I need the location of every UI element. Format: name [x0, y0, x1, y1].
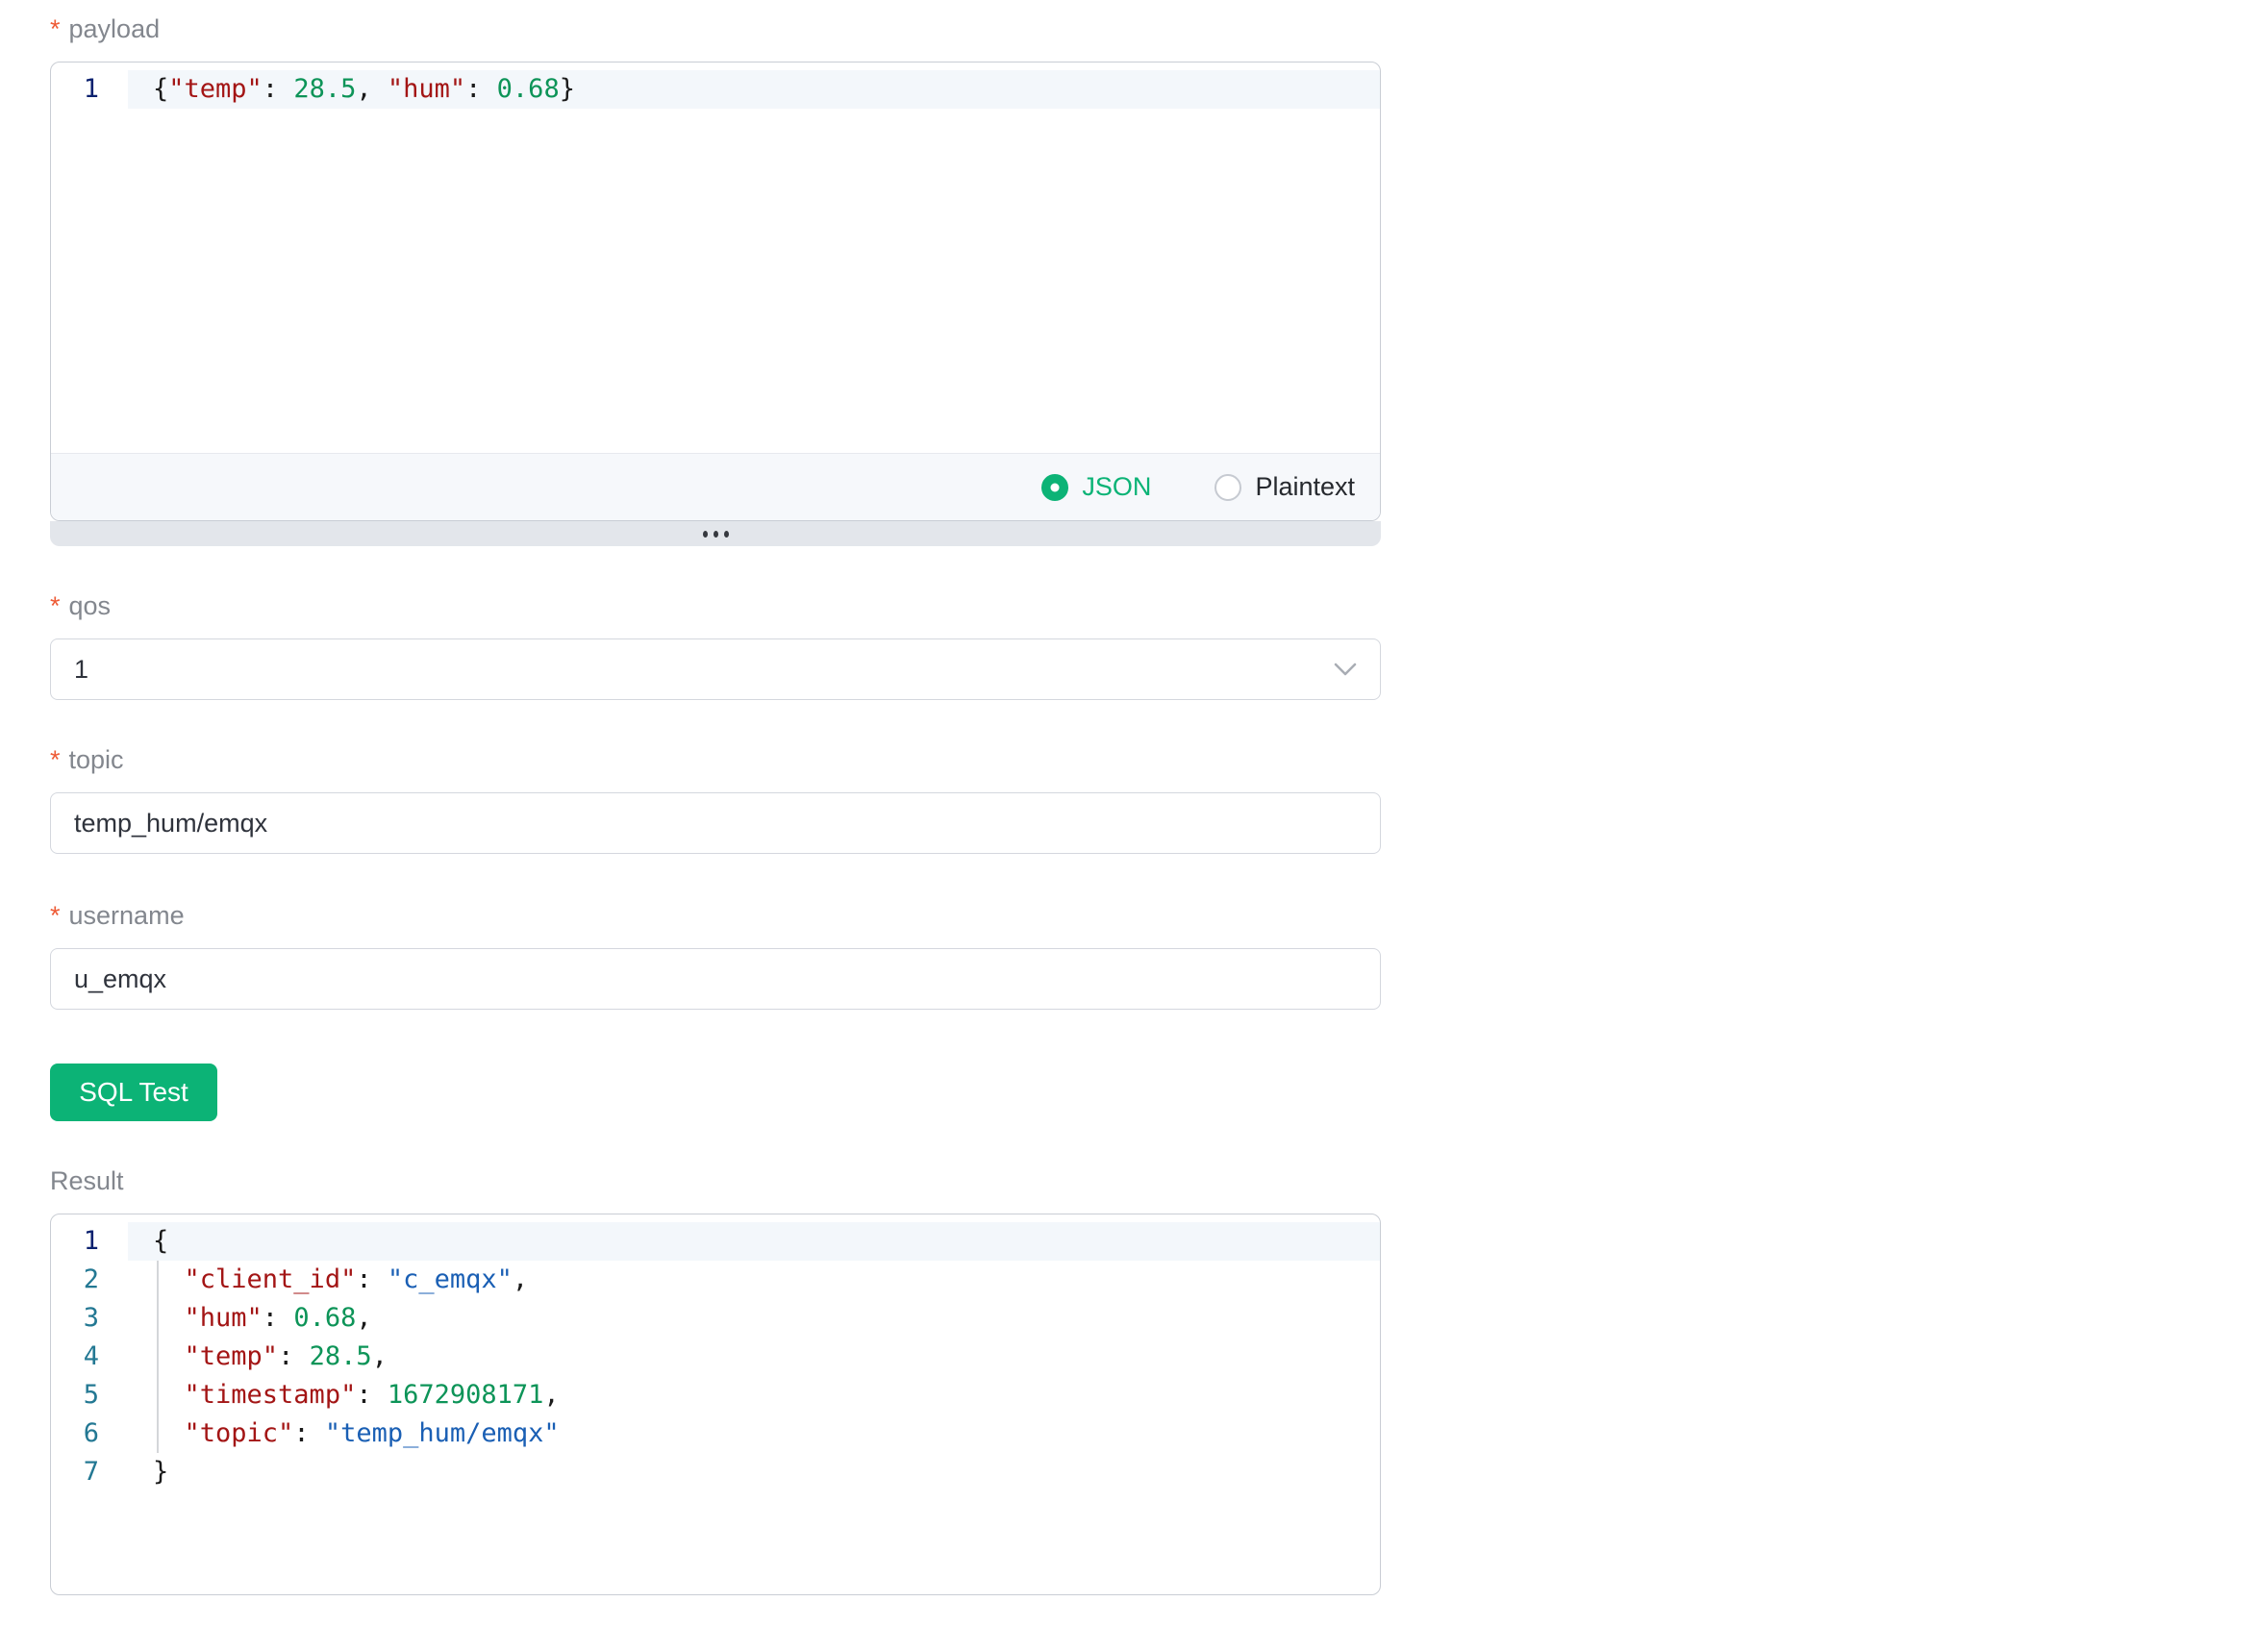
username-label-text: username: [69, 901, 185, 931]
line-number: 2: [51, 1261, 128, 1299]
topic-input[interactable]: [50, 792, 1381, 854]
code-line: 7}: [51, 1453, 1380, 1491]
line-number: 7: [51, 1453, 128, 1491]
required-asterisk: *: [50, 900, 61, 931]
topic-label-text: topic: [69, 745, 124, 775]
line-number: 4: [51, 1338, 128, 1376]
result-label-text: Result: [50, 1166, 124, 1196]
line-number: 5: [51, 1376, 128, 1414]
username-label: * username: [50, 900, 1381, 931]
line-number: 1: [51, 1222, 128, 1261]
format-radio-plaintext[interactable]: Plaintext: [1215, 472, 1355, 502]
line-number: 6: [51, 1414, 128, 1453]
editor-resize-handle[interactable]: [50, 521, 1381, 546]
payload-format-bar: JSON Plaintext: [51, 453, 1380, 520]
result-code-area: 1{2 "client_id": "c_emqx",3 "hum": 0.68,…: [51, 1214, 1380, 1594]
code-line: 1{: [51, 1222, 1380, 1261]
payload-editor: 1{"temp": 28.5, "hum": 0.68} JSON Plaint…: [50, 62, 1381, 521]
code-line: 3 "hum": 0.68,: [51, 1299, 1380, 1338]
sql-test-button[interactable]: SQL Test: [50, 1064, 217, 1121]
code-line: 6 "topic": "temp_hum/emqx": [51, 1414, 1380, 1453]
code-line: 1{"temp": 28.5, "hum": 0.68}: [51, 70, 1380, 109]
result-label: Result: [50, 1165, 1381, 1196]
qos-selected-value: 1: [74, 655, 88, 685]
line-number: 1: [51, 70, 128, 109]
qos-label: * qos: [50, 590, 1381, 621]
format-plaintext-label: Plaintext: [1255, 472, 1355, 502]
username-input[interactable]: [50, 948, 1381, 1010]
chevron-down-icon: [1334, 662, 1357, 677]
qos-select[interactable]: 1: [50, 638, 1381, 700]
code-line: 5 "timestamp": 1672908171,: [51, 1376, 1380, 1414]
format-json-label: JSON: [1082, 472, 1151, 502]
payload-label-text: payload: [69, 14, 161, 44]
qos-label-text: qos: [69, 591, 112, 621]
format-radio-json[interactable]: JSON: [1041, 472, 1151, 502]
drag-dots-icon: [724, 531, 729, 538]
topic-label: * topic: [50, 744, 1381, 775]
code-line: 2 "client_id": "c_emqx",: [51, 1261, 1380, 1299]
line-number: 3: [51, 1299, 128, 1338]
sql-test-form: * payload 1{"temp": 28.5, "hum": 0.68} J…: [50, 13, 1381, 1595]
required-asterisk: *: [50, 13, 61, 44]
result-editor: 1{2 "client_id": "c_emqx",3 "hum": 0.68,…: [50, 1214, 1381, 1595]
drag-dots-icon: [703, 531, 708, 538]
drag-dots-icon: [714, 531, 718, 538]
indent-guide: [157, 1261, 159, 1453]
required-asterisk: *: [50, 590, 61, 621]
radio-selected-icon: [1041, 474, 1068, 501]
payload-code-area[interactable]: 1{"temp": 28.5, "hum": 0.68}: [51, 63, 1380, 453]
required-asterisk: *: [50, 744, 61, 775]
radio-unselected-icon: [1215, 474, 1241, 501]
payload-label: * payload: [50, 13, 1381, 44]
code-line: 4 "temp": 28.5,: [51, 1338, 1380, 1376]
